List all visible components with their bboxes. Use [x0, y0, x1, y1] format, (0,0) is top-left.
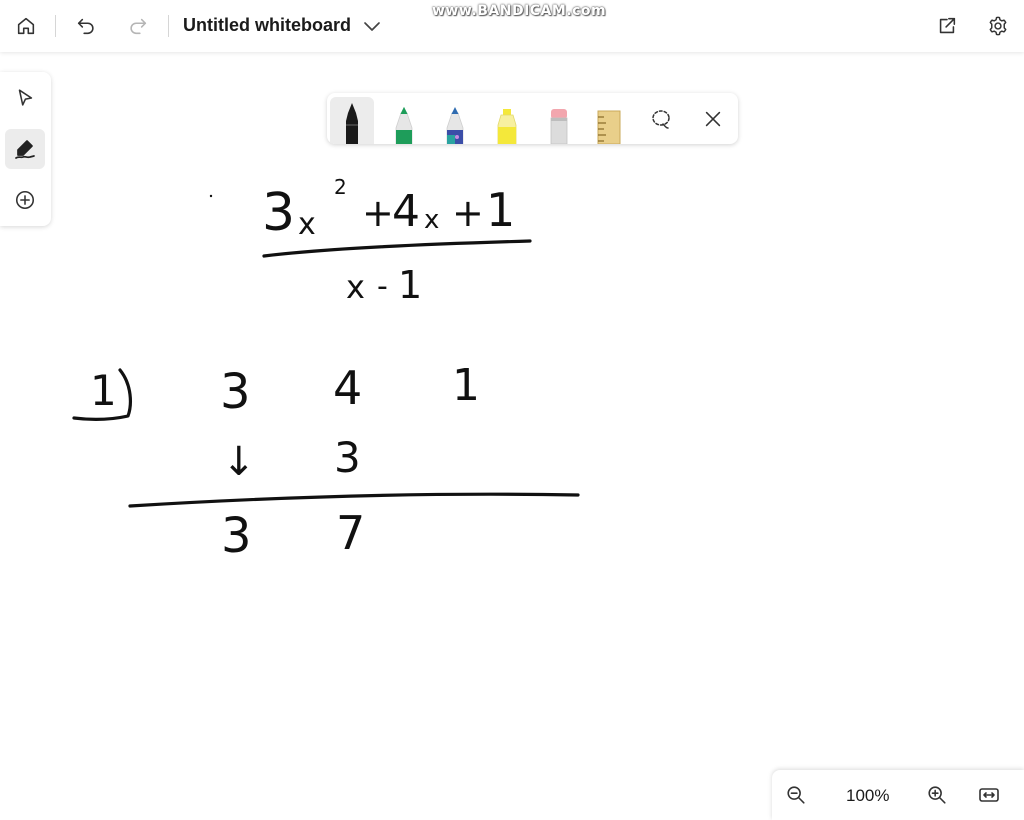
black-pen[interactable]	[330, 97, 374, 144]
ruler-icon	[597, 110, 621, 144]
eraser-icon	[550, 109, 568, 144]
pen-tray	[327, 93, 738, 144]
pen-tool-button[interactable]	[5, 129, 45, 169]
close-tray-button[interactable]	[697, 103, 729, 135]
ink-synthetic-division: 1 3 4 1 ↓ 3 3 7	[72, 360, 580, 564]
fit-width-icon	[979, 788, 999, 802]
ink-divisor: 1	[90, 366, 117, 415]
ink-denominator: x - 1	[346, 263, 422, 307]
select-arrow-icon	[18, 89, 33, 106]
close-icon	[705, 111, 721, 127]
select-tool-button[interactable]	[5, 78, 45, 118]
ink-result: 7	[336, 506, 365, 560]
ink-char: -	[377, 269, 388, 304]
add-button[interactable]	[5, 180, 45, 220]
ink-coefficient: 3	[220, 364, 251, 420]
add-circle-icon	[15, 190, 35, 210]
share-button[interactable]	[931, 10, 963, 42]
green-pen[interactable]	[382, 97, 426, 144]
green-pen-icon	[395, 107, 413, 144]
ink-middle-value: 3	[334, 433, 361, 482]
home-icon	[17, 17, 35, 35]
sum-line	[128, 492, 580, 508]
lasso-button[interactable]	[645, 103, 677, 135]
highlighter-icon	[497, 109, 517, 144]
zoom-bar	[772, 770, 1024, 820]
ink-coefficient: 1	[452, 360, 480, 411]
ink-result: 3	[221, 508, 252, 564]
galaxy-pen-icon	[446, 107, 464, 144]
undo-icon	[77, 18, 94, 35]
zoom-out-icon	[787, 786, 805, 804]
toolbar-divider	[168, 15, 169, 37]
undo-button[interactable]	[70, 10, 102, 42]
home-button[interactable]	[10, 10, 42, 42]
galaxy-pen[interactable]	[433, 97, 477, 144]
ink-arrow: ↓	[222, 439, 256, 485]
yellow-highlighter[interactable]	[485, 97, 529, 144]
ruler[interactable]	[587, 97, 631, 144]
settings-button[interactable]	[982, 10, 1014, 42]
zoom-in-button[interactable]	[923, 781, 951, 809]
ink-coefficient: 4	[333, 361, 362, 415]
top-toolbar: Untitled whiteboard www.BANDICAM.com	[0, 0, 1024, 52]
black-pen-icon	[346, 103, 358, 144]
stray-dot	[209, 194, 213, 198]
zoom-level[interactable]: 100%	[846, 786, 889, 806]
zoom-in-icon	[928, 786, 946, 804]
ink-char: +	[452, 191, 484, 235]
ink-char: 3	[262, 183, 295, 243]
ink-char: x	[346, 268, 365, 306]
redo-button[interactable]	[122, 10, 154, 42]
redo-icon	[130, 18, 147, 35]
lasso-icon	[652, 110, 670, 129]
gear-icon	[989, 16, 1007, 36]
pen-tool-icon	[15, 140, 35, 159]
chevron-down-icon[interactable]	[360, 14, 384, 38]
fit-to-screen-button[interactable]	[975, 781, 1003, 809]
ink-char: 4	[392, 186, 420, 237]
ink-numerator: 3 x 2 + 4 x + 1	[262, 175, 515, 243]
whiteboard-title[interactable]: Untitled whiteboard	[183, 15, 351, 36]
eraser[interactable]	[537, 97, 581, 144]
ink-char: x	[424, 205, 439, 235]
left-tool-panel	[0, 72, 51, 226]
ink-char: 1	[486, 183, 515, 237]
zoom-out-button[interactable]	[782, 781, 810, 809]
ink-char: x	[298, 207, 316, 242]
ink-char: 1	[398, 263, 422, 307]
ink-char: 2	[334, 175, 347, 199]
share-icon	[939, 17, 956, 34]
recording-watermark: www.BANDICAM.com	[432, 3, 607, 19]
ink-char: +	[362, 191, 394, 235]
fraction-bar	[262, 239, 532, 258]
toolbar-divider	[55, 15, 56, 37]
